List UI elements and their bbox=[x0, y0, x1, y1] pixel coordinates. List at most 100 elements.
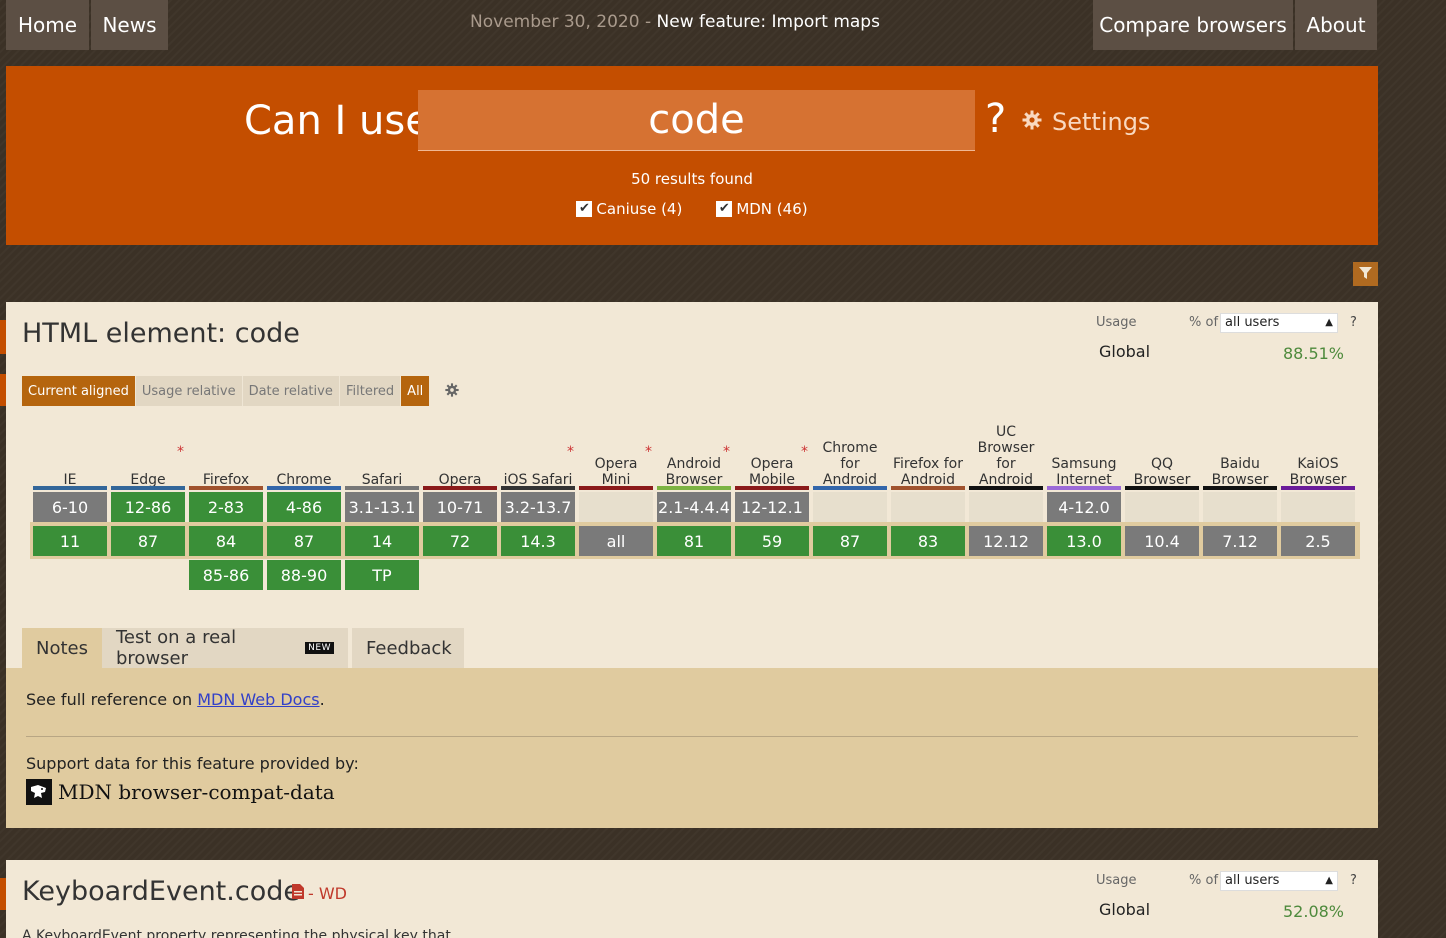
announcement-link[interactable]: New feature: Import maps bbox=[657, 12, 880, 32]
support-cell[interactable]: 2.1-4.4.4 bbox=[657, 492, 731, 522]
support-cell[interactable]: 10-71 bbox=[423, 492, 497, 522]
spec-status-label: - WD bbox=[308, 884, 347, 903]
filter-funnel-button[interactable] bbox=[1353, 262, 1378, 286]
support-cell[interactable]: 3.1-13.1 bbox=[345, 492, 419, 522]
usage-help[interactable]: ? bbox=[1350, 873, 1357, 888]
support-cell[interactable]: 72 bbox=[423, 526, 497, 556]
usage-users-select[interactable]: all users ▲ bbox=[1220, 313, 1338, 333]
tab-test-label: Test on a real browser bbox=[116, 627, 237, 669]
support-cell[interactable]: 12-12.1 bbox=[735, 492, 809, 522]
browser-name: Samsung Internet bbox=[1051, 456, 1117, 488]
browser-header[interactable]: Safari bbox=[344, 420, 420, 490]
support-cell[interactable]: 14.3 bbox=[501, 526, 575, 556]
browser-header[interactable]: Baidu Browser bbox=[1202, 420, 1278, 490]
support-cell[interactable] bbox=[1281, 492, 1355, 522]
search-input[interactable] bbox=[418, 90, 975, 151]
nav-news[interactable]: News bbox=[91, 0, 168, 50]
checkbox-icon[interactable]: ✔ bbox=[716, 201, 733, 217]
browser-color-stripe bbox=[189, 486, 263, 490]
browser-header[interactable]: Edge * bbox=[110, 420, 186, 490]
support-cell[interactable]: 3.2-13.7 bbox=[501, 492, 575, 522]
tab-feedback[interactable]: Feedback bbox=[352, 628, 464, 668]
mode-filtered[interactable]: Filtered bbox=[340, 376, 402, 406]
note-star-icon: * bbox=[177, 444, 184, 460]
support-cell[interactable]: 13.0 bbox=[1047, 526, 1121, 556]
browser-name: QQ Browser bbox=[1133, 456, 1191, 488]
mode-usage-relative[interactable]: Usage relative bbox=[135, 376, 243, 406]
support-cell[interactable]: 83 bbox=[891, 526, 965, 556]
usage-help[interactable]: ? bbox=[1350, 315, 1357, 330]
browser-header[interactable]: QQ Browser bbox=[1124, 420, 1200, 490]
caniuse-filter[interactable]: ✔ Caniuse (4) bbox=[576, 200, 682, 218]
browser-header[interactable]: Chrome bbox=[266, 420, 342, 490]
tab-notes[interactable]: Notes bbox=[22, 628, 104, 668]
mdn-web-docs-link[interactable]: MDN Web Docs bbox=[197, 690, 319, 709]
browser-header[interactable]: Firefox bbox=[188, 420, 264, 490]
browser-header[interactable]: Opera Mobile * bbox=[734, 420, 810, 490]
support-cell[interactable] bbox=[1125, 492, 1199, 522]
nav-about[interactable]: About bbox=[1295, 0, 1377, 50]
support-cell[interactable]: 14 bbox=[345, 526, 419, 556]
support-cell[interactable]: 11 bbox=[33, 526, 107, 556]
nav-compare-browsers[interactable]: Compare browsers bbox=[1093, 0, 1293, 50]
support-cell[interactable] bbox=[969, 492, 1043, 522]
document-icon bbox=[292, 884, 304, 903]
browser-color-stripe bbox=[579, 486, 653, 490]
support-cell[interactable]: 2.5 bbox=[1281, 526, 1355, 556]
mode-date-relative[interactable]: Date relative bbox=[242, 376, 340, 406]
support-cell[interactable]: 2-83 bbox=[189, 492, 263, 522]
usage-pct-of-label: % of bbox=[1189, 873, 1219, 888]
support-cell[interactable] bbox=[813, 492, 887, 522]
checkbox-icon[interactable]: ✔ bbox=[576, 201, 593, 217]
support-cell[interactable]: 88-90 bbox=[267, 560, 341, 590]
settings-button[interactable]: Settings bbox=[1022, 108, 1150, 136]
nav-home[interactable]: Home bbox=[6, 0, 89, 50]
support-cell[interactable]: 81 bbox=[657, 526, 731, 556]
tab-test-real-browser[interactable]: Test on a real browser NEW bbox=[102, 627, 348, 669]
filter-modes: Filtered All bbox=[340, 376, 431, 406]
support-cell[interactable]: 12-86 bbox=[111, 492, 185, 522]
mdn-compat-data-logo[interactable]: MDN browser-compat-data bbox=[26, 779, 335, 805]
browser-header[interactable]: Opera Mini * bbox=[578, 420, 654, 490]
support-cell[interactable]: 12.12 bbox=[969, 526, 1043, 556]
support-cell[interactable]: 84 bbox=[189, 526, 263, 556]
support-cell[interactable] bbox=[891, 492, 965, 522]
mdn-filter[interactable]: ✔ MDN (46) bbox=[716, 200, 808, 218]
browser-header[interactable]: Firefox for Android bbox=[890, 420, 966, 490]
browser-header[interactable]: Android Browser * bbox=[656, 420, 732, 490]
browser-header[interactable]: iOS Safari * bbox=[500, 420, 576, 490]
support-cell[interactable]: 4-12.0 bbox=[1047, 492, 1121, 522]
support-cell[interactable] bbox=[1203, 492, 1277, 522]
browser-color-stripe bbox=[813, 486, 887, 490]
source-filters: ✔ Caniuse (4) ✔ MDN (46) bbox=[6, 200, 1378, 218]
support-cell[interactable]: TP bbox=[345, 560, 419, 590]
table-settings-button[interactable] bbox=[445, 382, 459, 401]
support-cell[interactable]: 87 bbox=[111, 526, 185, 556]
support-cell[interactable] bbox=[579, 492, 653, 522]
support-cell[interactable]: 10.4 bbox=[1125, 526, 1199, 556]
browser-header[interactable]: KaiOS Browser bbox=[1280, 420, 1356, 490]
support-cell[interactable]: 6-10 bbox=[33, 492, 107, 522]
usage-users-select[interactable]: all users ▲ bbox=[1220, 871, 1338, 891]
usage-region: Global bbox=[1099, 342, 1151, 361]
gear-icon bbox=[1022, 108, 1042, 136]
browser-header[interactable]: Samsung Internet bbox=[1046, 420, 1122, 490]
support-cell[interactable]: 87 bbox=[813, 526, 887, 556]
usage-label: Usage bbox=[1096, 315, 1137, 330]
feature-description: A KeyboardEvent property representing th… bbox=[22, 928, 451, 938]
support-cell[interactable]: 87 bbox=[267, 526, 341, 556]
support-cell[interactable]: 59 bbox=[735, 526, 809, 556]
browser-header[interactable]: Opera bbox=[422, 420, 498, 490]
support-cell[interactable]: 85-86 bbox=[189, 560, 263, 590]
feature-title[interactable]: HTML element: code bbox=[22, 318, 300, 349]
support-cell[interactable]: 7.12 bbox=[1203, 526, 1277, 556]
browser-header[interactable]: IE bbox=[32, 420, 108, 490]
browser-header[interactable]: UC Browser for Android bbox=[968, 420, 1044, 490]
browser-color-stripe bbox=[267, 486, 341, 490]
support-cell[interactable]: all bbox=[579, 526, 653, 556]
browser-header[interactable]: Chrome for Android bbox=[812, 420, 888, 490]
mode-current-aligned[interactable]: Current aligned bbox=[22, 376, 136, 406]
mode-all[interactable]: All bbox=[401, 376, 431, 406]
support-cell[interactable]: 4-86 bbox=[267, 492, 341, 522]
feature-title[interactable]: KeyboardEvent.code bbox=[22, 876, 300, 907]
